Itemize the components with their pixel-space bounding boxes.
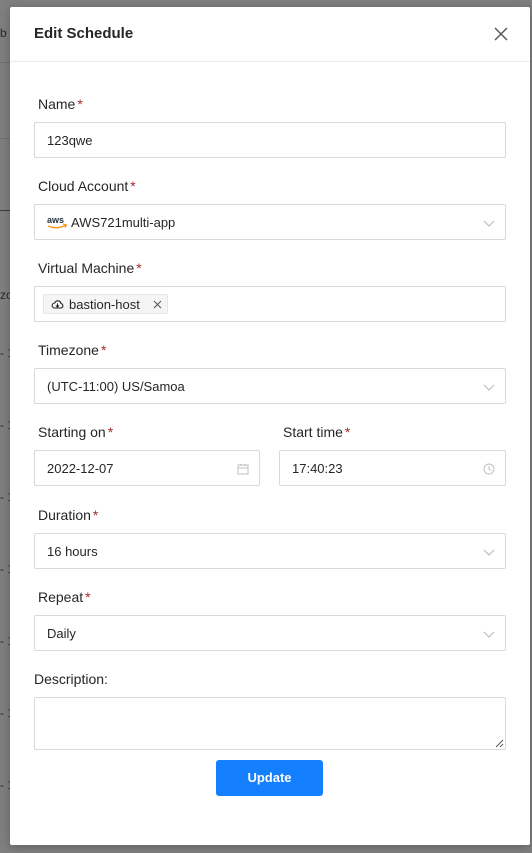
required-mark: * [92,507,99,523]
tag-close-icon[interactable] [153,300,162,309]
background-divider [0,62,10,63]
repeat-label: Repeat * [38,589,91,605]
timezone-label: Timezone * [38,342,107,358]
start-time-value: 17:40:23 [292,461,343,476]
starting-on-date-picker[interactable]: 2022-12-07 [34,450,260,486]
background-text: b [0,26,7,40]
starting-on-value: 2022-12-07 [47,461,114,476]
required-mark: * [130,178,136,194]
cloud-account-select[interactable]: aws AWS721multi-app [34,204,506,240]
timezone-value: (UTC-11:00) US/Samoa [47,379,185,394]
cloud-icon [51,300,64,309]
modal-title: Edit Schedule [34,25,134,42]
name-label: Name * [38,96,83,112]
chevron-down-icon [483,549,495,556]
required-mark: * [100,342,107,358]
chevron-down-icon [483,384,495,391]
description-label: Description: [34,671,108,687]
background-divider [0,210,10,211]
name-input[interactable]: 123qwe [34,122,506,158]
update-button[interactable]: Update [216,760,323,796]
cloud-account-value: AWS721multi-app [71,215,176,230]
resize-handle-icon[interactable] [494,738,504,748]
background-divider [0,138,10,139]
repeat-value: Daily [47,626,76,641]
repeat-select[interactable]: Daily [34,615,506,651]
chevron-down-icon [483,220,495,227]
cloud-account-label: Cloud Account * [38,178,136,194]
vm-tag: bastion-host [43,294,168,314]
duration-select[interactable]: 16 hours [34,533,506,569]
virtual-machine-select[interactable]: bastion-host [34,286,506,322]
chevron-down-icon [483,631,495,638]
timezone-select[interactable]: (UTC-11:00) US/Samoa [34,368,506,404]
virtual-machine-label: Virtual Machine * [38,260,142,276]
vm-tag-label: bastion-host [69,297,140,312]
starting-on-label: Starting on * [38,424,114,440]
required-mark: * [107,424,114,440]
aws-logo-icon: aws [47,215,68,229]
required-mark: * [136,260,142,276]
clock-icon [483,463,495,475]
duration-value: 16 hours [47,544,98,559]
description-textarea[interactable] [34,697,506,750]
required-mark: * [344,424,351,440]
required-mark: * [77,96,83,112]
name-value: 123qwe [47,133,93,148]
start-time-picker[interactable]: 17:40:23 [279,450,506,486]
start-time-label: Start time * [283,424,351,440]
edit-schedule-modal: Edit Schedule Name * 123qwe Cloud Account… [10,7,530,845]
duration-label: Duration * [38,507,99,523]
svg-text:aws: aws [47,215,64,225]
close-icon[interactable] [492,25,510,43]
calendar-icon [237,464,249,475]
required-mark: * [85,589,91,605]
modal-header: Edit Schedule [10,7,530,62]
